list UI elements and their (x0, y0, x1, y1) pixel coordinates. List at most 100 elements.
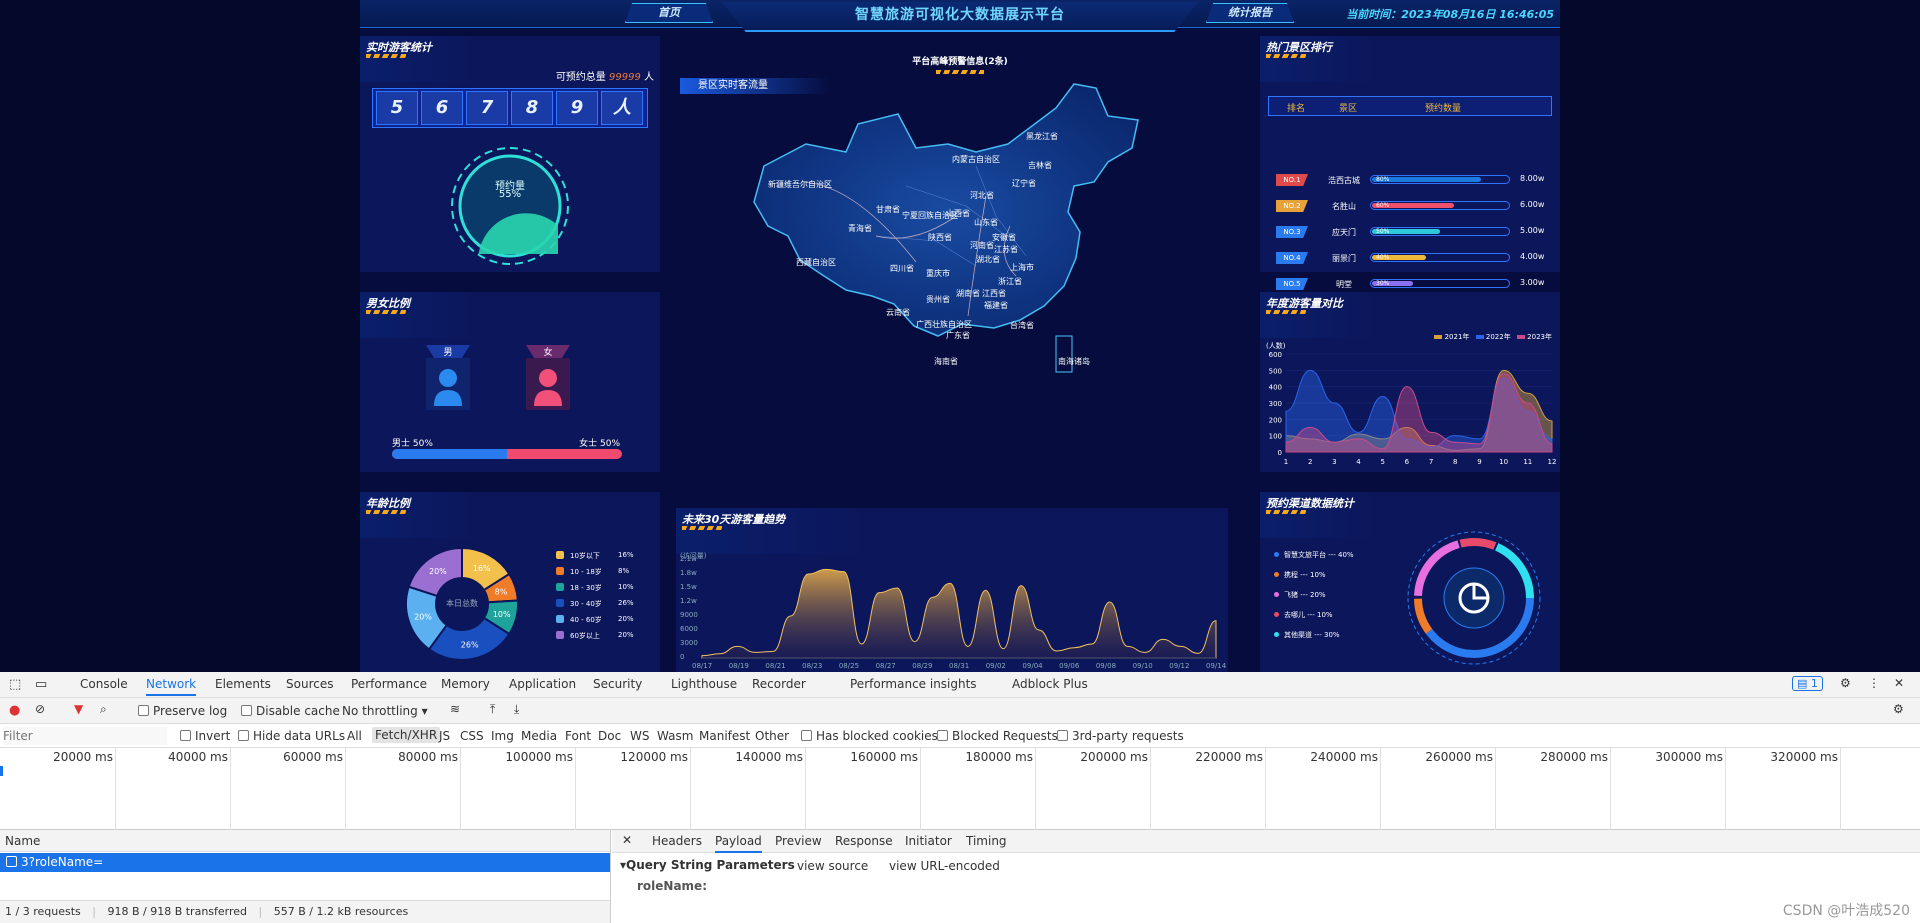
tab-initiator[interactable]: Initiator (905, 834, 952, 848)
filter-ws[interactable]: WS (630, 729, 649, 743)
issues-badge[interactable]: ▤ 1 (1792, 676, 1823, 691)
tab-timing[interactable]: Timing (966, 834, 1007, 848)
view-source-link[interactable]: view source (797, 859, 868, 873)
age-legend-swatch (556, 567, 564, 575)
female-label: 女士 50% (579, 439, 620, 449)
filter-font[interactable]: Font (565, 729, 591, 743)
tab-network[interactable]: Network (146, 677, 197, 696)
blocked-cookies-checkbox[interactable]: Has blocked cookies (801, 729, 938, 743)
channel-legend-item: 飞猪 --- 20% (1274, 590, 1394, 610)
hide-data-urls-checkbox[interactable]: Hide data URLs (238, 729, 345, 743)
timeline-label: 20000 ms (53, 750, 113, 764)
close-icon[interactable]: ✕ (1894, 676, 1904, 690)
age-legend-item: 10 - 18岁 8% (556, 566, 642, 582)
trend-ytick: 1.8w (680, 569, 697, 577)
trend-area (701, 568, 1217, 659)
tab-headers[interactable]: Headers (652, 834, 702, 848)
trend-chart (701, 568, 1217, 659)
upload-icon[interactable]: ⤒ (490, 702, 495, 717)
filter-other[interactable]: Other (755, 729, 789, 743)
throttling-select[interactable]: No throttling ▾ (342, 704, 428, 718)
age-slice-label: 20% (414, 613, 432, 622)
blocked-requests-checkbox[interactable]: Blocked Requests (937, 729, 1058, 743)
age-legend-swatch (556, 583, 564, 591)
age-legend-value: 10% (618, 583, 634, 591)
tab-security[interactable]: Security (593, 677, 642, 691)
yearly-xtick: 10 (1499, 458, 1508, 466)
tab-adblock-plus[interactable]: Adblock Plus (1012, 677, 1088, 691)
tab-recorder[interactable]: Recorder (752, 677, 806, 691)
search-icon[interactable]: ⌕ (100, 702, 107, 717)
timeline-gridline (1495, 748, 1496, 830)
filter-js[interactable]: JS (439, 729, 450, 743)
device-toolbar-icon[interactable]: ▭ (35, 677, 47, 692)
clear-icon[interactable]: ⊘ (35, 702, 45, 716)
trend-xtick: 08/19 (728, 662, 749, 670)
filter-css[interactable]: CSS (460, 729, 484, 743)
tab-console[interactable]: Console (80, 677, 128, 691)
rank-badge: NO.3 (1276, 226, 1308, 238)
tab-sources[interactable]: Sources (286, 677, 333, 691)
name-column-header[interactable]: Name (0, 830, 610, 852)
age-legend-value: 20% (618, 631, 634, 639)
timeline-label: 160000 ms (850, 750, 918, 764)
age-legend-item: 60岁以上 20% (556, 630, 642, 646)
tab-lighthouse[interactable]: Lighthouse (671, 677, 737, 691)
tab-performance[interactable]: Performance (351, 677, 427, 691)
report-button[interactable]: 统计报告 (1206, 3, 1294, 23)
settings-icon[interactable]: ⚙ (1840, 676, 1851, 690)
china-map[interactable] (676, 36, 1244, 506)
trend-xtick: 08/31 (949, 662, 970, 670)
page-title: 智慧旅游可视化大数据展示平台 (855, 7, 1065, 23)
tab-response[interactable]: Response (835, 834, 893, 848)
yearly-ytick: 100 (1269, 433, 1282, 441)
tab-elements[interactable]: Elements (215, 677, 271, 691)
view-url-encoded-link[interactable]: view URL-encoded (889, 859, 1000, 873)
qsp-section-toggle[interactable]: ▾Query String Parameters (620, 858, 795, 872)
third-party-checkbox[interactable]: 3rd-party requests (1057, 729, 1184, 743)
filter-wasm[interactable]: Wasm (657, 729, 693, 743)
request-list: Name 3?roleName= 1 / 3 requests | 918 B … (0, 830, 611, 923)
age-slice-label: 20% (429, 567, 447, 576)
inspect-icon[interactable]: ⬚ (9, 677, 21, 692)
digit-4: 8 (511, 91, 553, 125)
filter-doc[interactable]: Doc (598, 729, 621, 743)
tab-payload[interactable]: Payload (715, 834, 762, 853)
digit-unit: 人 (601, 91, 643, 125)
yearly-xtick: 2 (1308, 458, 1312, 466)
filter-media[interactable]: Media (521, 729, 557, 743)
filter-manifest[interactable]: Manifest (699, 729, 750, 743)
invert-checkbox[interactable]: Invert (180, 729, 230, 743)
tab-preview[interactable]: Preview (775, 834, 822, 848)
yearly-ytick: 400 (1269, 384, 1282, 392)
channel-title: 预约渠道数据统计 (1266, 497, 1354, 510)
record-icon[interactable]: ● (9, 703, 20, 718)
age-legend-value: 8% (618, 567, 630, 575)
filter-input[interactable] (3, 727, 167, 745)
filter-icon[interactable]: ▼ (74, 702, 83, 716)
disable-cache-checkbox[interactable]: Disable cache (241, 704, 340, 718)
tab-performance-insights[interactable]: Performance insights (850, 677, 977, 691)
tab-application[interactable]: Application (509, 677, 576, 691)
rank-bar-fill: 30% (1372, 281, 1413, 287)
home-button[interactable]: 首页 (625, 3, 713, 23)
filter-fetch-xhr[interactable]: Fetch/XHR (372, 727, 441, 743)
filter-all[interactable]: All (347, 729, 362, 743)
request-row[interactable]: 3?roleName= (0, 853, 610, 872)
close-detail-icon[interactable]: ✕ (622, 833, 632, 847)
wifi-icon[interactable]: ≋ (450, 702, 460, 716)
network-settings-icon[interactable]: ⚙ (1893, 702, 1904, 716)
timeline-label: 3400 (1843, 750, 1920, 764)
network-timeline[interactable]: 20000 ms 40000 ms 60000 ms 80000 ms 100000 m… (0, 748, 1920, 830)
quota-value: 99999 (609, 72, 641, 83)
trend-xtick: 09/04 (1022, 662, 1043, 670)
tab-memory[interactable]: Memory (441, 677, 490, 691)
trend-xtick: 09/12 (1169, 662, 1190, 670)
rank-bar: 80% (1370, 175, 1510, 184)
filter-img[interactable]: Img (491, 729, 514, 743)
age-legend-label: 40 - 60岁 (570, 616, 602, 624)
download-icon[interactable]: ⤓ (514, 702, 519, 717)
more-options-icon[interactable]: ⋮ (1868, 676, 1880, 690)
preserve-log-checkbox[interactable]: Preserve log (138, 704, 227, 718)
timeline-gridline (1265, 748, 1266, 830)
